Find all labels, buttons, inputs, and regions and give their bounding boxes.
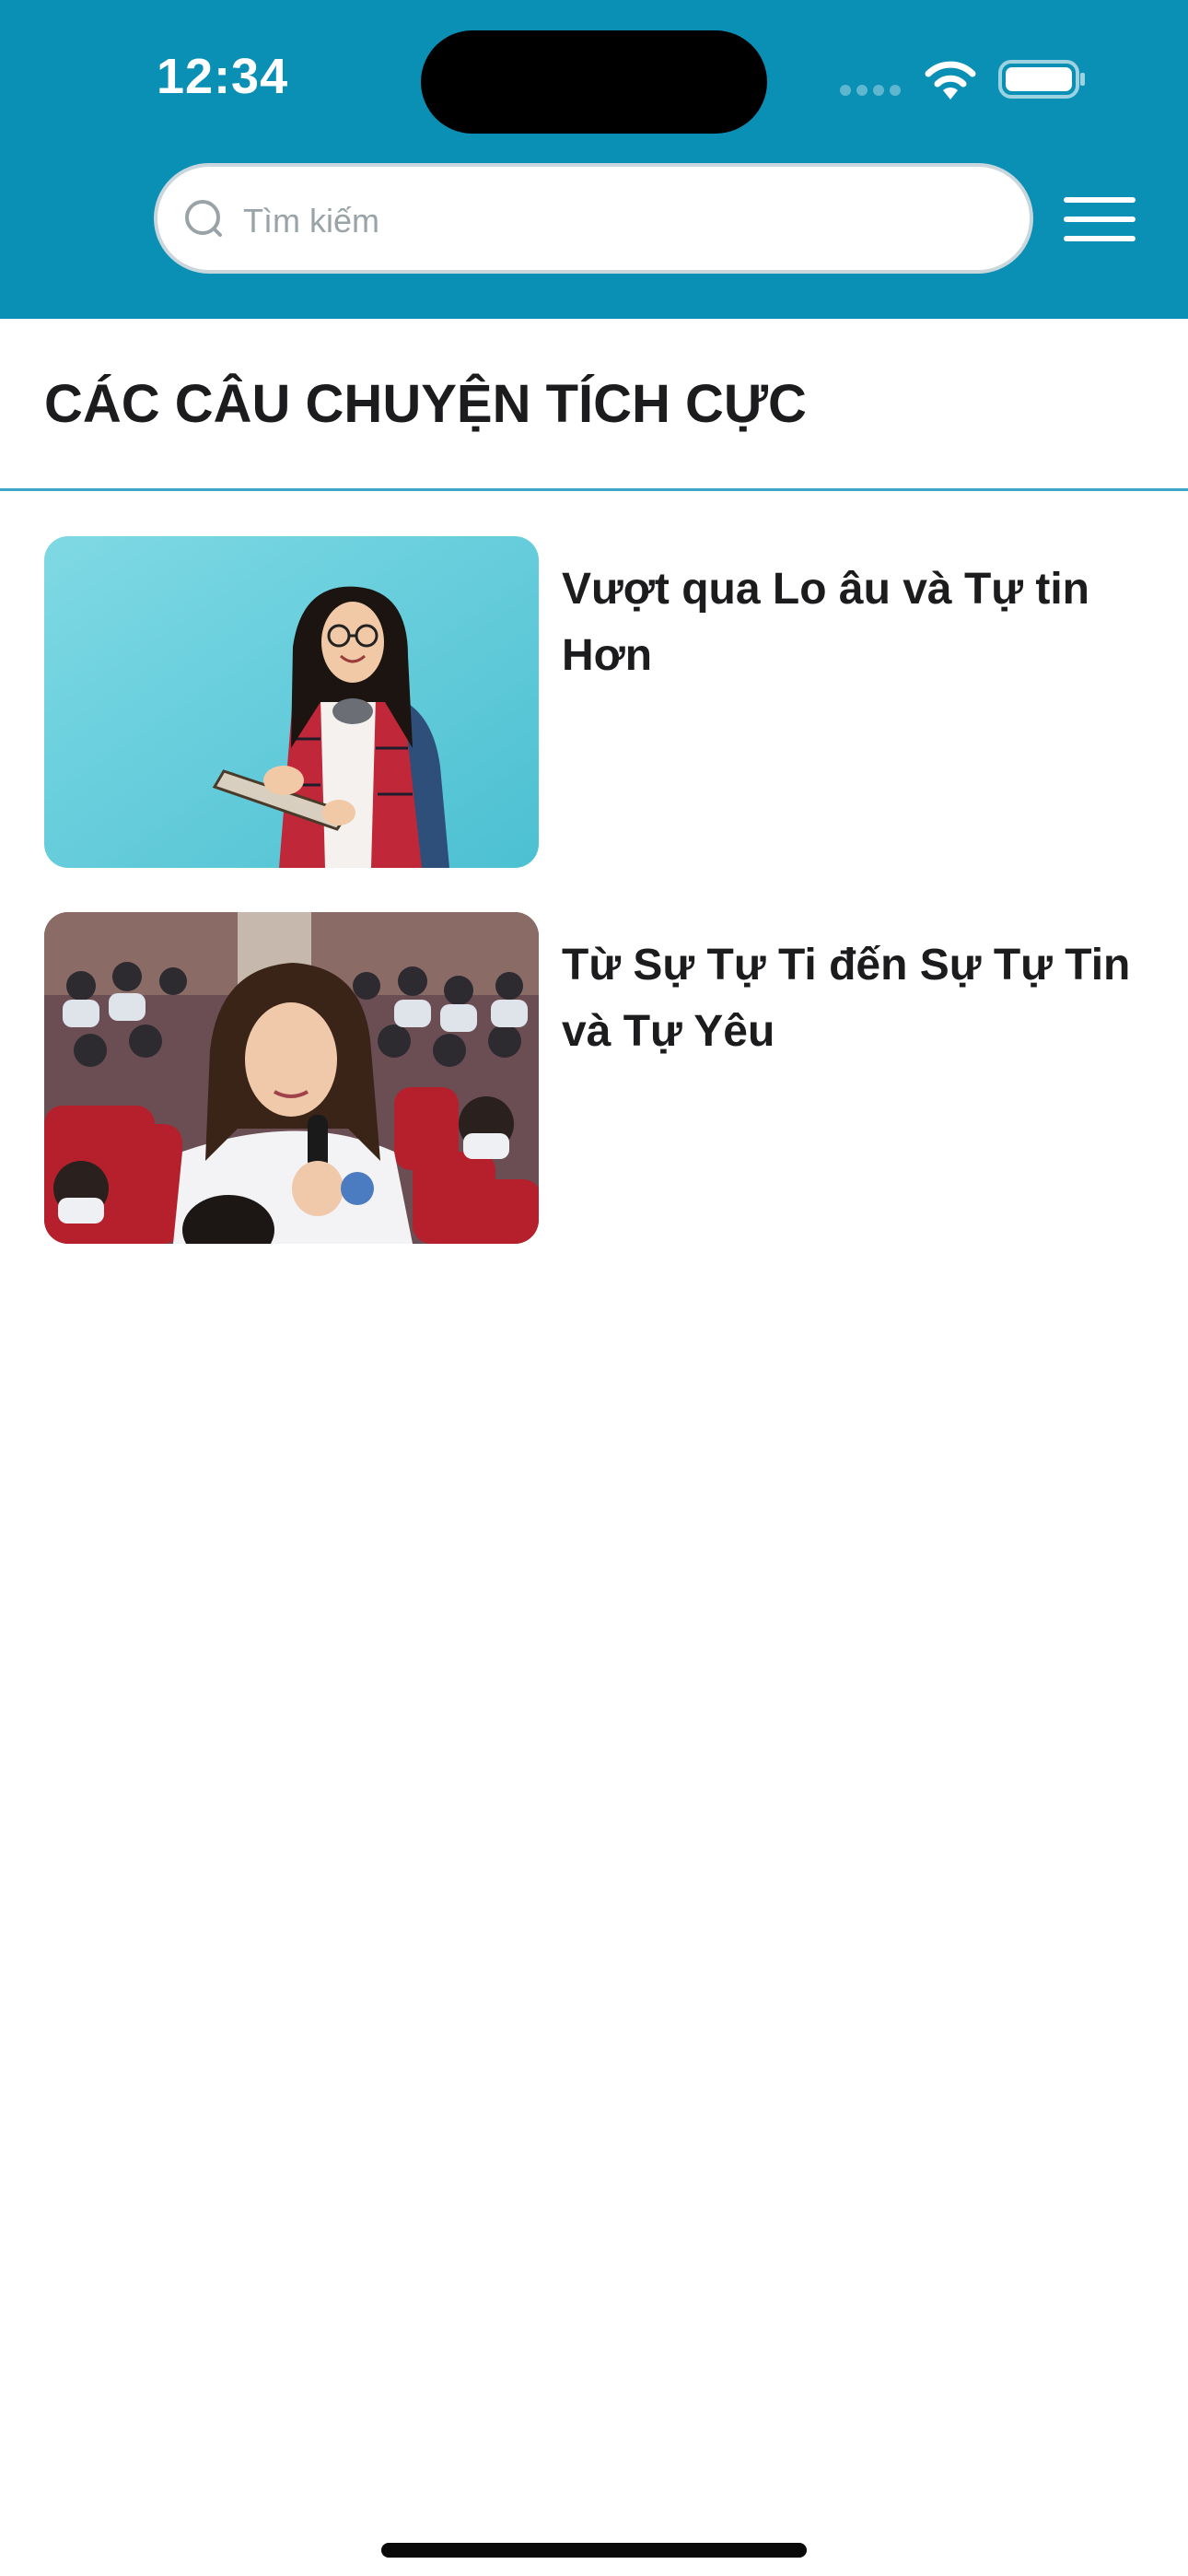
- story-title[interactable]: Từ Sự Tự Ti đến Sự Tự Tin và Tự Yêu: [562, 932, 1151, 1065]
- dynamic-island: [421, 30, 767, 134]
- story-card[interactable]: Từ Sự Tự Ti đến Sự Tự Tin và Tự Yêu: [44, 912, 1159, 1244]
- title-divider: [0, 488, 1188, 491]
- search-placeholder: Tìm kiếm: [243, 202, 379, 240]
- battery-icon: [998, 60, 1085, 99]
- wifi-icon: [925, 61, 976, 100]
- hamburger-menu-icon[interactable]: [1064, 197, 1136, 241]
- status-bar-time: 12:34: [157, 49, 289, 104]
- home-indicator[interactable]: [381, 2543, 807, 2558]
- top-header: 12:34 Tìm kiếm: [0, 0, 1188, 319]
- search-icon: [185, 200, 222, 237]
- story-thumbnail-image: [44, 912, 539, 1244]
- screen: 12:34 Tìm kiếm CÁC CÂU CHUYỆN TÍCH CỰC V…: [0, 0, 1188, 2576]
- story-card[interactable]: Vượt qua Lo âu và Tự tin Hơn: [44, 536, 1159, 868]
- story-title[interactable]: Vượt qua Lo âu và Tự tin Hơn: [562, 556, 1151, 689]
- story-thumbnail-image: [44, 536, 539, 868]
- search-input[interactable]: Tìm kiếm: [154, 163, 1033, 274]
- cellular-signal-icon: [840, 85, 904, 98]
- page-title: CÁC CÂU CHUYỆN TÍCH CỰC: [44, 374, 807, 434]
